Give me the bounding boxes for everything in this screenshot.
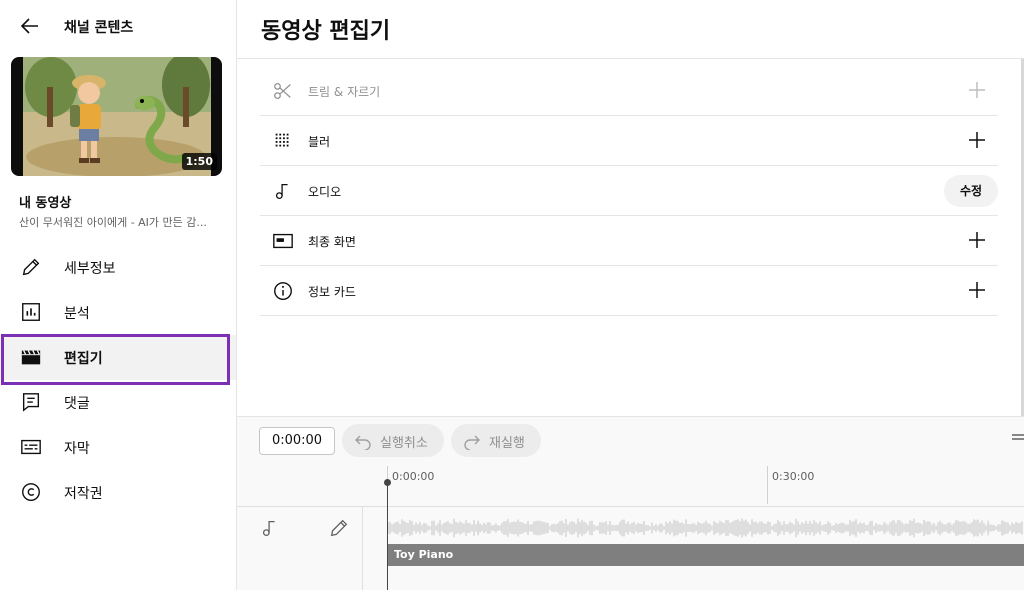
end-screen-icon xyxy=(273,233,293,249)
add-plus-icon[interactable] xyxy=(966,129,988,151)
redo-label: 재실행 xyxy=(489,436,525,451)
nav-comments[interactable]: 댓글 xyxy=(0,380,236,425)
music-note-icon xyxy=(275,183,288,199)
main-panel: 동영상 편집기 트림 & 자르기 블러 오디오 수정 최종 화면 정보 카드 0… xyxy=(237,0,1024,590)
nav-details[interactable]: 세부정보 xyxy=(0,245,236,290)
audio-track-clip[interactable]: Toy Piano xyxy=(388,544,1024,566)
subtitles-icon xyxy=(21,439,41,455)
tool-label: 정보 카드 xyxy=(308,285,356,299)
nav-label: 자막 xyxy=(64,441,90,457)
nav-label: 분석 xyxy=(64,306,90,322)
tool-audio[interactable]: 오디오 수정 xyxy=(260,166,998,216)
back-row: 채널 콘텐츠 xyxy=(0,0,236,52)
pencil-icon xyxy=(22,258,40,276)
timeline-ruler[interactable]: 0:00:00 0:30:00 xyxy=(387,466,1024,506)
duration-badge: 1:50 xyxy=(181,153,217,170)
nav-editor[interactable]: 편집기 xyxy=(0,335,236,380)
tool-info-cards[interactable]: 정보 카드 xyxy=(260,266,998,316)
my-video-heading: 내 동영상 xyxy=(19,196,72,211)
playhead[interactable] xyxy=(387,480,388,590)
current-time-input[interactable]: 0:00:00 xyxy=(259,427,335,455)
undo-label: 실행취소 xyxy=(380,436,428,451)
add-plus-icon[interactable] xyxy=(966,229,988,251)
pencil-icon[interactable] xyxy=(328,517,350,539)
nav-subtitles[interactable]: 자막 xyxy=(0,425,236,470)
channel-content-title[interactable]: 채널 콘텐츠 xyxy=(64,17,133,37)
nav-label: 세부정보 xyxy=(64,261,116,277)
add-plus-icon[interactable] xyxy=(966,279,988,301)
track-divider xyxy=(237,506,1024,507)
redo-icon xyxy=(464,435,480,450)
redo-button[interactable]: 재실행 xyxy=(451,424,541,457)
playhead-handle[interactable] xyxy=(384,479,391,486)
tick-line xyxy=(767,466,768,504)
tool-label: 최종 화면 xyxy=(308,235,356,249)
audio-waveform xyxy=(388,518,1023,538)
nav-analytics[interactable]: 분석 xyxy=(0,290,236,335)
video-thumbnail[interactable]: 1:50 xyxy=(11,57,222,176)
add-plus-icon[interactable] xyxy=(966,79,988,101)
analytics-icon xyxy=(22,303,40,321)
page-title: 동영상 편집기 xyxy=(261,19,391,44)
track-separator xyxy=(362,506,363,590)
video-title: 산이 무서워진 아이에게 - AI가 만든 감... xyxy=(19,216,207,229)
header-divider xyxy=(237,58,1024,59)
tool-label: 트림 & 자르기 xyxy=(308,85,381,99)
tool-trim[interactable]: 트림 & 자르기 xyxy=(260,66,998,116)
tick-label: 0:00:00 xyxy=(392,470,435,483)
tick-label: 0:30:00 xyxy=(772,470,815,483)
music-note-icon xyxy=(262,520,275,536)
tool-blur[interactable]: 블러 xyxy=(260,116,998,166)
audio-track-label: Toy Piano xyxy=(394,548,454,561)
copyright-icon xyxy=(22,483,40,501)
nav-label: 댓글 xyxy=(64,396,90,412)
info-icon xyxy=(274,282,292,300)
tool-label: 오디오 xyxy=(308,185,342,199)
audio-edit-button[interactable]: 수정 xyxy=(944,175,998,207)
undo-icon xyxy=(355,435,371,450)
comment-icon xyxy=(22,393,40,412)
clapperboard-icon xyxy=(21,350,41,365)
video-editor-app: 채널 콘텐츠 1:50 내 동영상 산이 무서워진 아이에게 - AI가 만든 … xyxy=(0,0,1024,590)
nav-copyright[interactable]: 저작권 xyxy=(0,470,236,515)
sidebar: 채널 콘텐츠 1:50 내 동영상 산이 무서워진 아이에게 - AI가 만든 … xyxy=(0,0,237,590)
tool-end-screen[interactable]: 최종 화면 xyxy=(260,216,998,266)
blur-icon xyxy=(275,133,289,147)
nav-label: 편집기 xyxy=(64,351,103,367)
scissors-icon xyxy=(274,83,291,99)
back-arrow-icon[interactable] xyxy=(18,14,42,38)
tool-label: 블러 xyxy=(308,135,331,149)
menu-icon[interactable] xyxy=(1010,430,1024,444)
undo-button[interactable]: 실행취소 xyxy=(342,424,444,457)
nav-label: 저작권 xyxy=(64,486,103,502)
